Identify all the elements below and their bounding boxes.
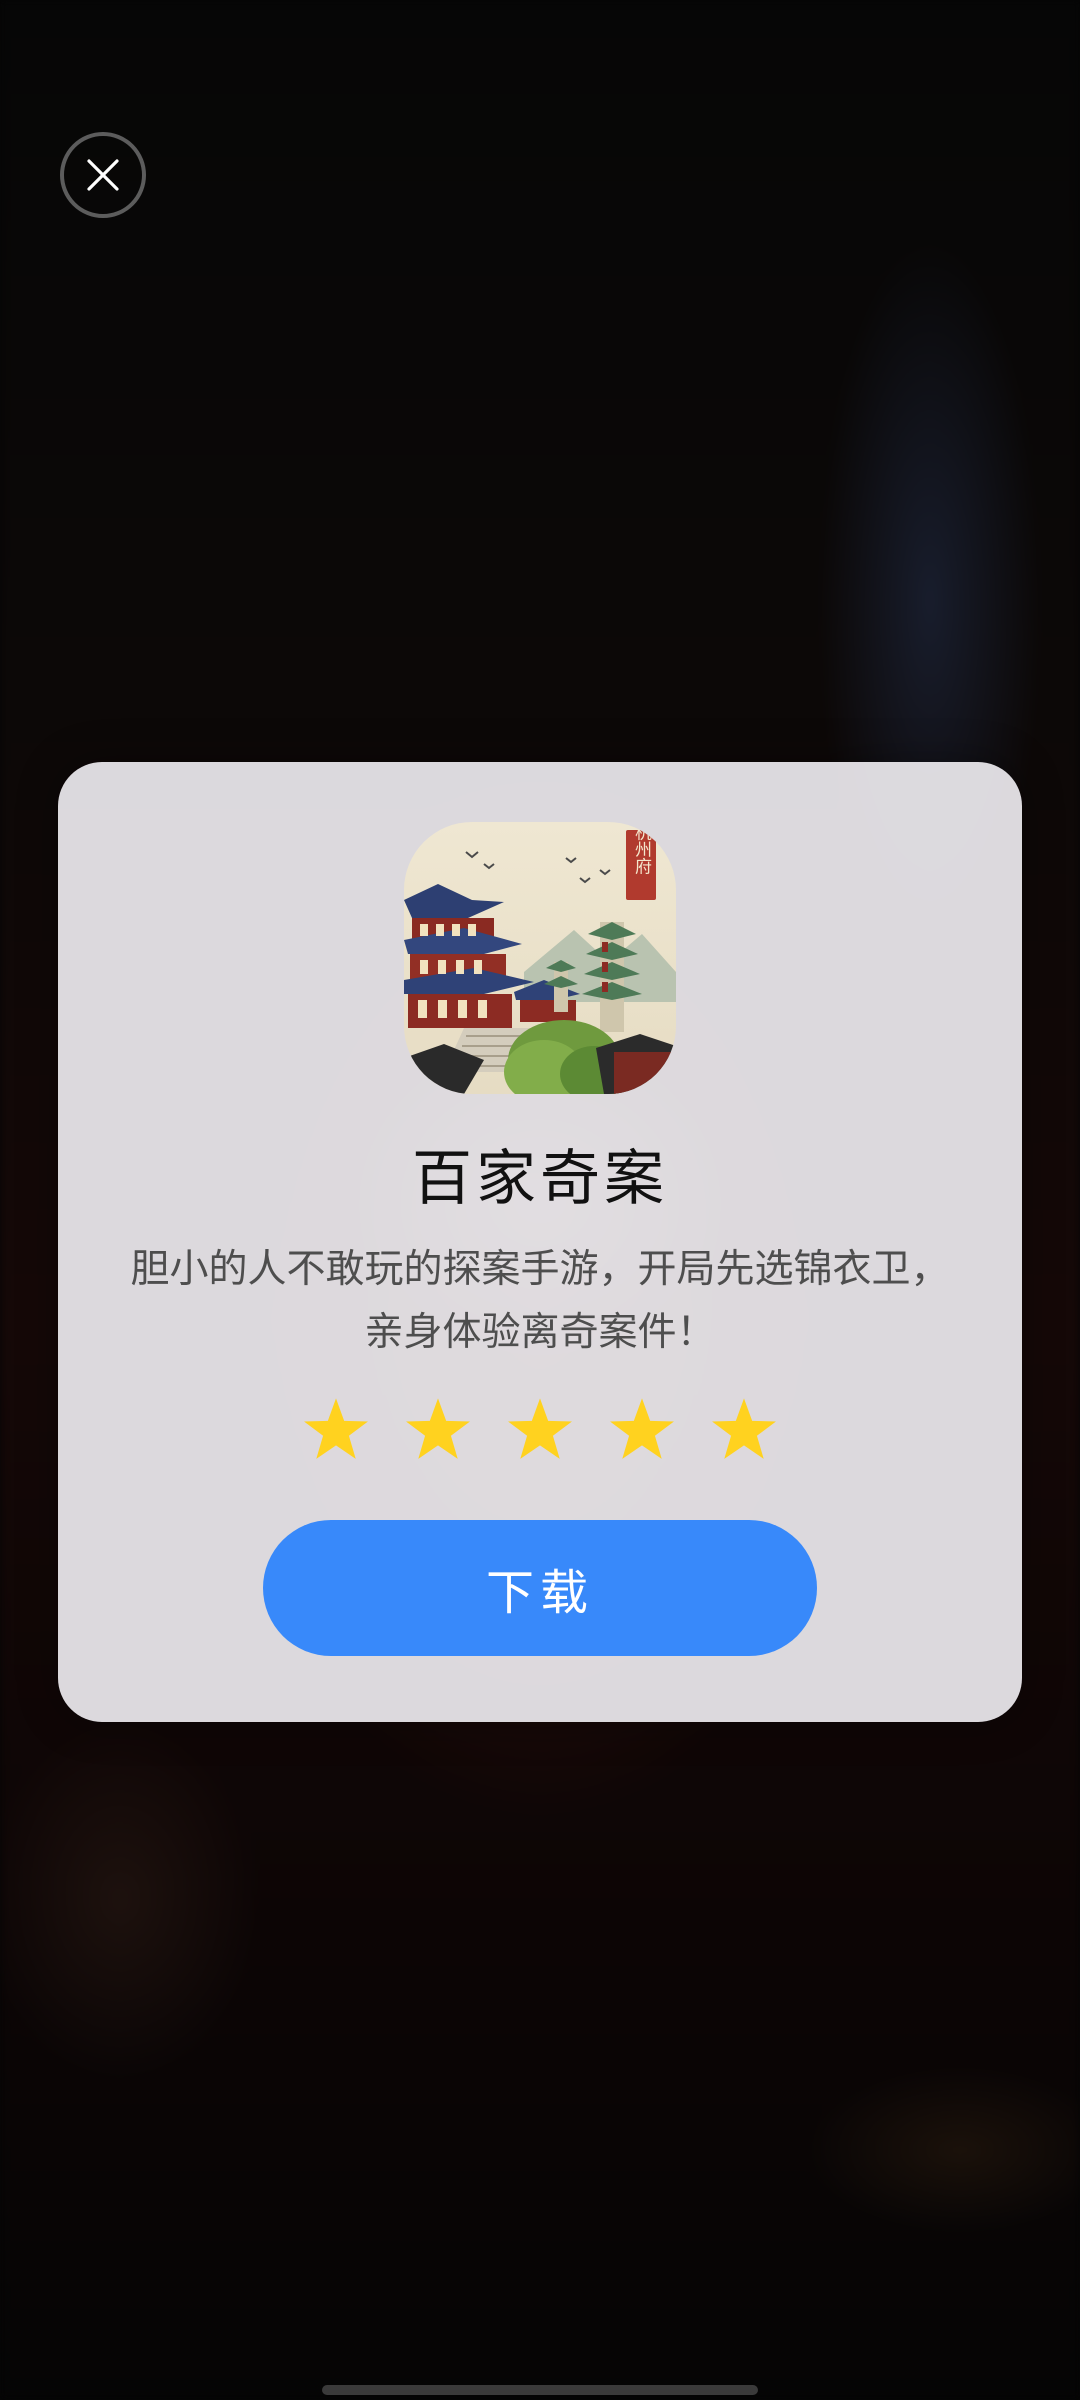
star-icon [608,1396,676,1462]
rating-stars [58,1396,1022,1462]
app-promo-dialog: 杭州府 百家奇案 胆小的人不敢玩的探案手游，开局先选锦衣卫，亲身体验离奇案件！ … [58,762,1022,1722]
close-icon [87,159,119,191]
home-indicator[interactable] [322,2385,758,2395]
star-icon [506,1396,574,1462]
app-name: 百家奇案 [412,1144,668,1214]
star-icon [710,1396,778,1462]
star-icon [302,1396,370,1462]
download-button[interactable]: 下载 [263,1520,817,1656]
star-icon [404,1396,472,1462]
app-icon-illustration: 杭州府 [404,822,676,1094]
close-button[interactable] [60,132,146,218]
app-description: 胆小的人不敢玩的探案手游，开局先选锦衣卫，亲身体验离奇案件！ [130,1247,950,1355]
app-icon[interactable]: 杭州府 [404,822,676,1094]
icon-seal-text: 杭州府 [631,823,652,875]
